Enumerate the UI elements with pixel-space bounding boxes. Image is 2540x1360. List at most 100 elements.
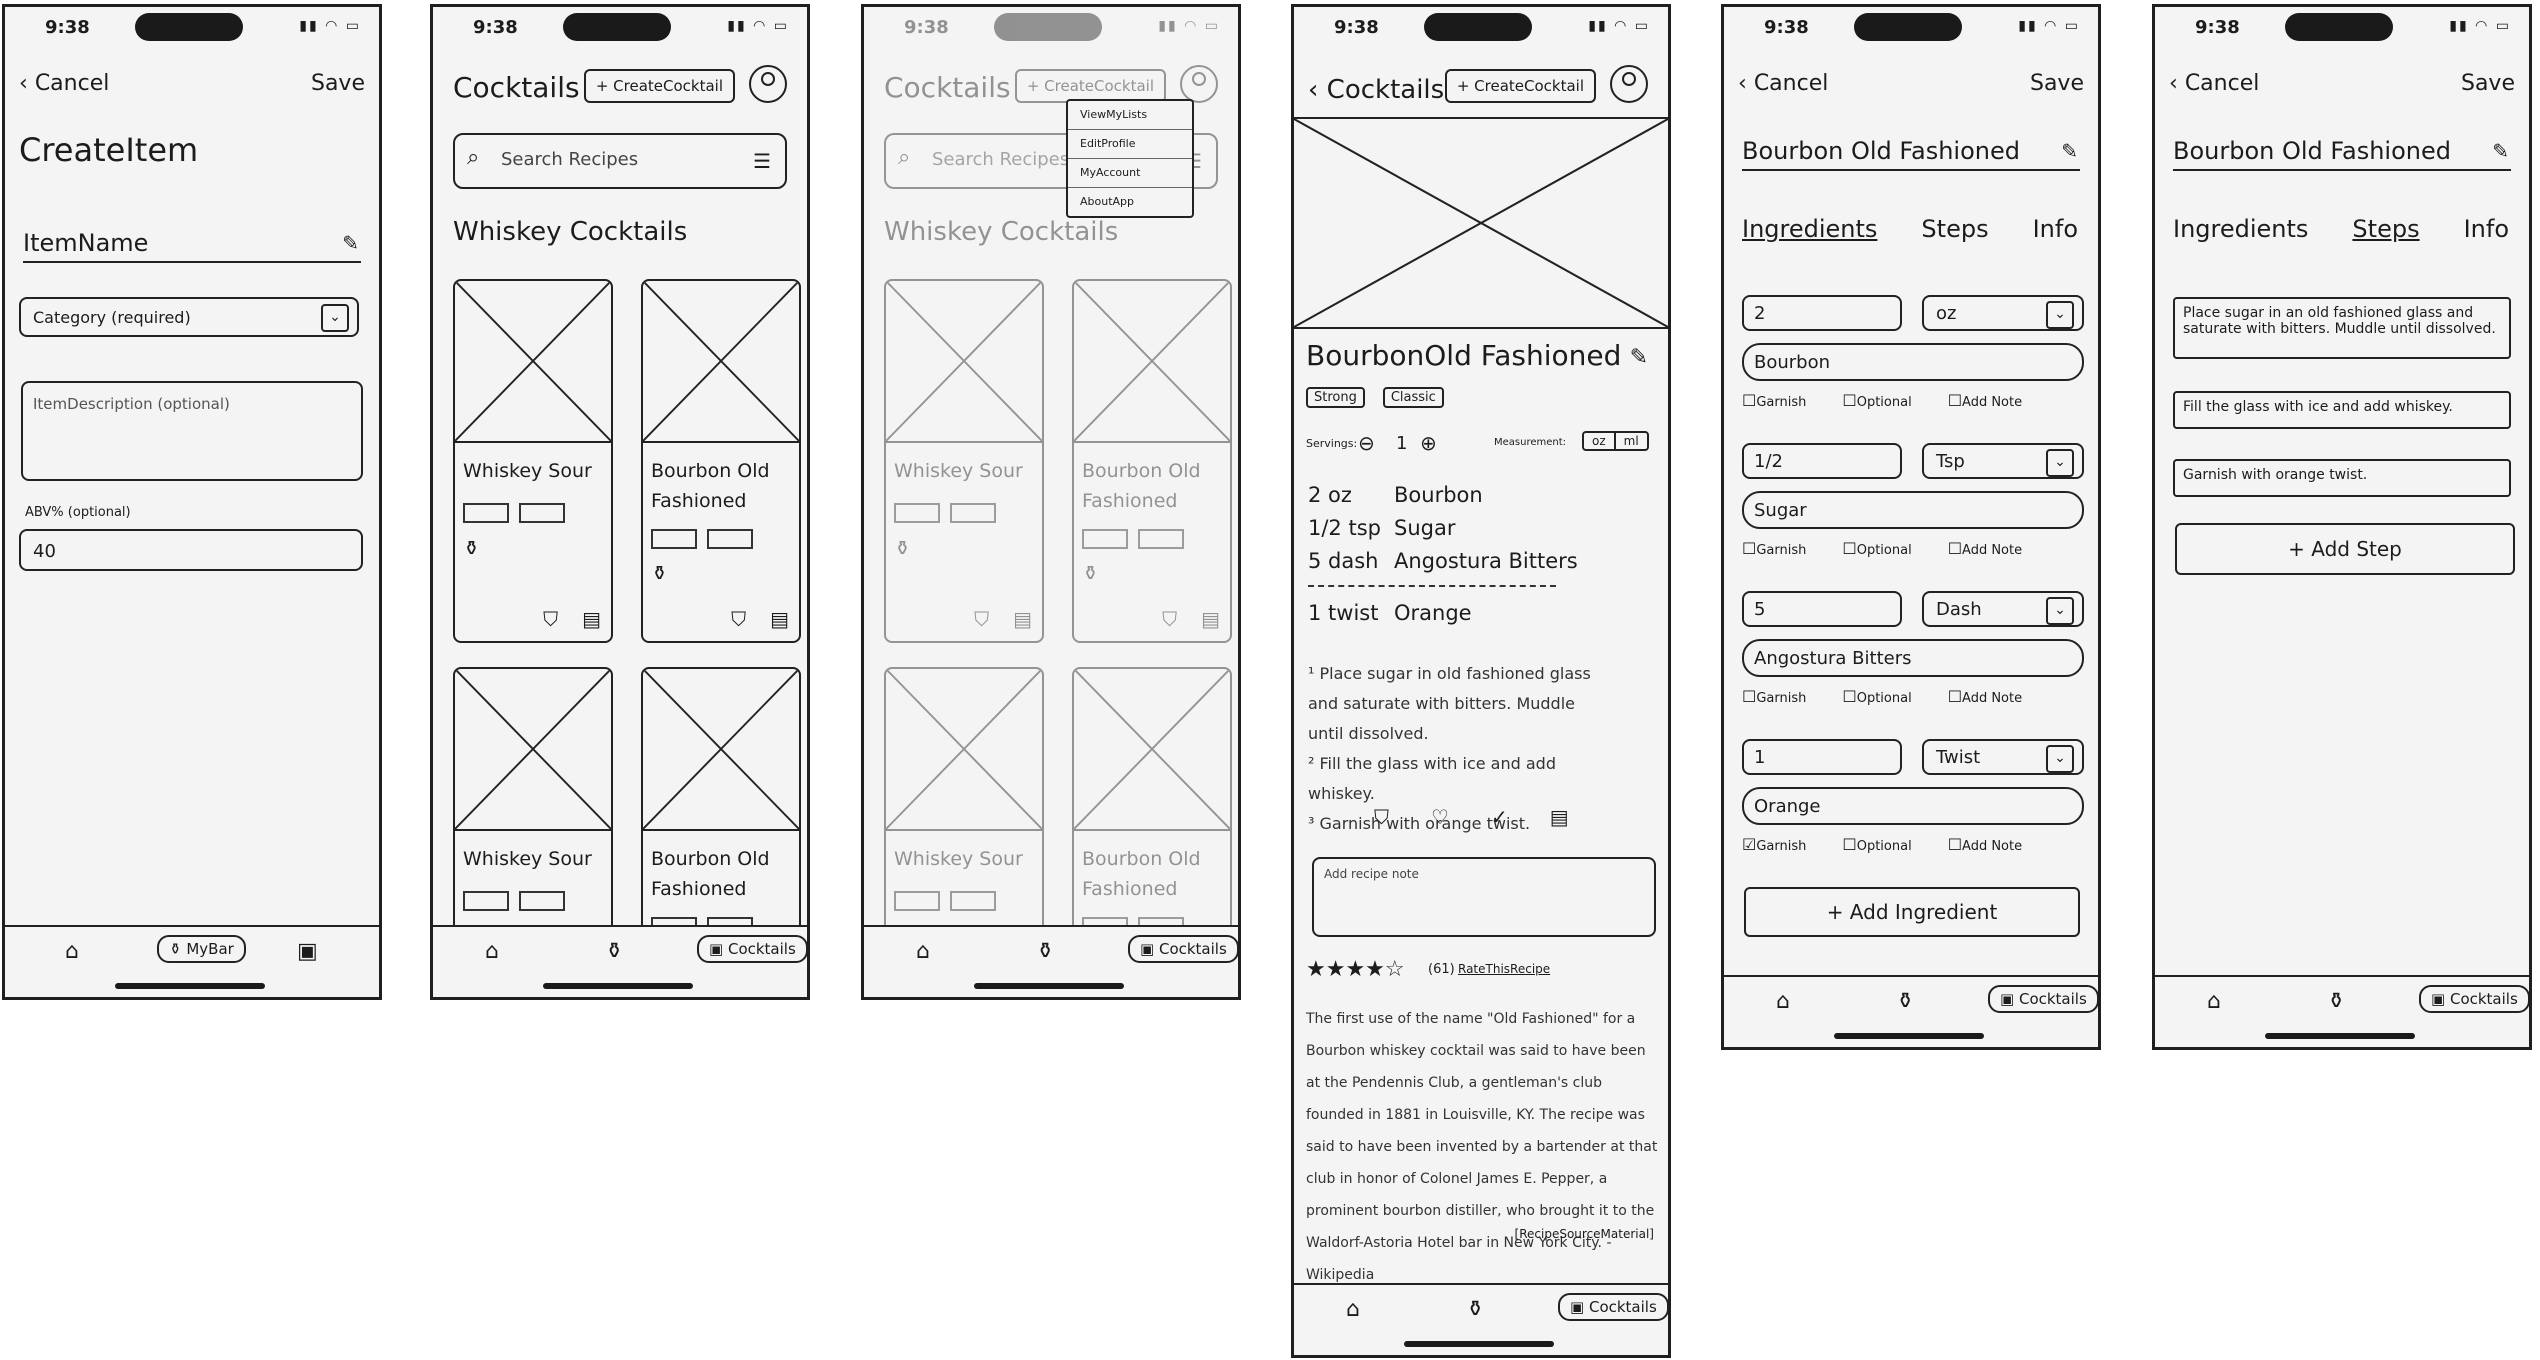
add-note-checkbox[interactable]: Add Note [1948,539,2022,558]
quantity-input[interactable]: 5 [1742,591,1902,627]
bookmark-icon[interactable]: ⛉ [543,607,558,631]
recipe-card[interactable]: Whiskey Sour ⚱ ⛉ ▤ [453,279,613,643]
tab-mybar[interactable]: ⚱ MyBar [157,935,246,963]
create-cocktail-button[interactable]: + CreateCocktail [1014,69,1166,103]
book-icon[interactable]: ▣ [297,939,318,964]
optional-checkbox[interactable]: Optional [1842,391,1912,410]
edit-icon[interactable]: ✎ [1630,345,1648,370]
avatar[interactable] [1180,65,1218,103]
recipe-source-link[interactable]: [RecipeSourceMaterial] [1515,1227,1654,1241]
optional-checkbox[interactable]: Optional [1842,687,1912,706]
back-button[interactable]: ‹ Cocktails [1308,75,1444,105]
tab-ingredients[interactable]: Ingredients [2173,215,2308,243]
menu-item-edit-profile[interactable]: EditProfile [1068,130,1192,159]
recipe-note-input[interactable]: Add recipe note [1312,857,1656,937]
quantity-input[interactable]: 1 [1742,739,1902,775]
add-note-checkbox[interactable]: Add Note [1948,835,2022,854]
chevron-down-icon[interactable]: ⌄ [321,304,349,332]
add-note-checkbox[interactable]: Add Note [1948,687,2022,706]
ingredient-name-input[interactable]: Orange [1742,787,2084,825]
menu-item-about-app[interactable]: AboutApp [1068,188,1192,216]
note-icon[interactable]: ▤ [1550,805,1569,829]
tab-info[interactable]: Info [2033,215,2078,243]
add-step-button[interactable]: + Add Step [2175,523,2515,575]
avatar[interactable] [1610,65,1648,103]
quantity-input[interactable]: 1/2 [1742,443,1902,479]
heart-icon[interactable]: ♡ [1431,805,1449,829]
step-input[interactable]: Garnish with orange twist. [2173,459,2511,497]
optional-checkbox[interactable]: Optional [1842,835,1912,854]
search-input[interactable]: ⌕ Search Recipes ☰ [453,133,787,189]
bottle-icon[interactable]: ⚱ [1896,989,1914,1014]
ingredient-name-input[interactable]: Angostura Bitters [1742,639,2084,677]
recipe-name-input[interactable]: Bourbon Old Fashioned ✎ [2173,137,2511,171]
unit-select[interactable]: Tsp ⌄ [1922,443,2084,479]
abv-input[interactable]: 40 [19,529,363,571]
ingredient-name-input[interactable]: Bourbon [1742,343,2084,381]
home-icon[interactable]: ⌂ [65,939,79,964]
ingredient-name-input[interactable]: Sugar [1742,491,2084,529]
create-cocktail-button[interactable]: + CreateCocktail [583,69,735,103]
create-cocktail-button[interactable]: + CreateCocktail [1444,69,1596,103]
tag-strong[interactable]: Strong [1306,387,1365,408]
save-button[interactable]: Save [2030,71,2084,96]
recipe-card[interactable]: Whiskey Sour ⚱ ⛉ ▤ [884,279,1044,643]
recipe-card[interactable]: Bourbon Old Fashioned ⚱ ⛉ ▤ [1072,279,1232,643]
tab-steps[interactable]: Steps [1921,215,1988,243]
note-icon[interactable]: ▤ [582,607,601,631]
bookmark-icon[interactable]: ⛉ [1374,805,1389,829]
optional-checkbox[interactable]: Optional [1842,539,1912,558]
tab-cocktails[interactable]: ▣ Cocktails [1128,935,1238,963]
unit-oz-option[interactable]: oz [1584,433,1616,449]
minus-icon[interactable]: ⊖ [1358,431,1375,455]
home-icon[interactable]: ⌂ [2207,989,2221,1014]
tab-ingredients[interactable]: Ingredients [1742,215,1877,243]
cancel-button[interactable]: ‹ Cancel [1738,71,1828,96]
bookmark-icon[interactable]: ⛉ [731,607,746,631]
recipe-name-input[interactable]: Bourbon Old Fashioned ✎ [1742,137,2080,171]
pencil-icon[interactable]: ✎ [342,231,359,255]
tab-cocktails[interactable]: ▣ Cocktails [1988,985,2098,1013]
rate-recipe-link[interactable]: RateThisRecipe [1458,962,1550,976]
unit-select[interactable]: Twist ⌄ [1922,739,2084,775]
bookmark-icon[interactable]: ⛉ [974,607,989,631]
garnish-checkbox[interactable]: Garnish [1742,391,1806,410]
bottle-icon[interactable]: ⚱ [605,939,623,964]
note-icon[interactable]: ▤ [770,607,789,631]
note-icon[interactable]: ▤ [1201,607,1220,631]
filter-icon[interactable]: ☰ [753,149,771,173]
home-icon[interactable]: ⌂ [1776,989,1790,1014]
tab-cocktails[interactable]: ▣ Cocktails [1558,1293,1668,1321]
step-input[interactable]: Fill the glass with ice and add whiskey. [2173,391,2511,429]
save-button[interactable]: Save [311,71,365,96]
tab-info[interactable]: Info [2464,215,2509,243]
pencil-icon[interactable]: ✎ [2492,139,2509,163]
rating-stars[interactable]: ★★★★☆ [1306,957,1405,982]
step-input[interactable]: Place sugar in an old fashioned glass an… [2173,297,2511,359]
avatar[interactable] [749,65,787,103]
check-icon[interactable]: ✓ [1491,805,1508,829]
home-icon[interactable]: ⌂ [1346,1297,1360,1322]
unit-ml-option[interactable]: ml [1616,433,1647,449]
quantity-input[interactable]: 2 [1742,295,1902,331]
plus-icon[interactable]: ⊕ [1420,431,1437,455]
home-icon[interactable]: ⌂ [916,939,930,964]
tab-steps[interactable]: Steps [2352,215,2419,243]
cancel-button[interactable]: ‹ Cancel [19,71,109,96]
note-icon[interactable]: ▤ [1013,607,1032,631]
menu-item-my-account[interactable]: MyAccount [1068,159,1192,188]
add-ingredient-button[interactable]: + Add Ingredient [1744,887,2080,937]
garnish-checkbox[interactable]: Garnish [1742,835,1806,854]
tag-classic[interactable]: Classic [1382,387,1444,408]
add-note-checkbox[interactable]: Add Note [1948,391,2022,410]
category-select[interactable]: Category (required) ⌄ [19,297,359,337]
pencil-icon[interactable]: ✎ [2061,139,2078,163]
save-button[interactable]: Save [2461,71,2515,96]
bottle-icon[interactable]: ⚱ [1036,939,1054,964]
recipe-card[interactable]: Bourbon Old Fashioned ⚱ ⛉ ▤ [641,279,801,643]
menu-item-view-my-lists[interactable]: ViewMyLists [1068,101,1192,130]
item-name-input[interactable]: ItemName ✎ [23,229,361,263]
tab-cocktails[interactable]: ▣ Cocktails [697,935,807,963]
garnish-checkbox[interactable]: Garnish [1742,687,1806,706]
home-icon[interactable]: ⌂ [485,939,499,964]
